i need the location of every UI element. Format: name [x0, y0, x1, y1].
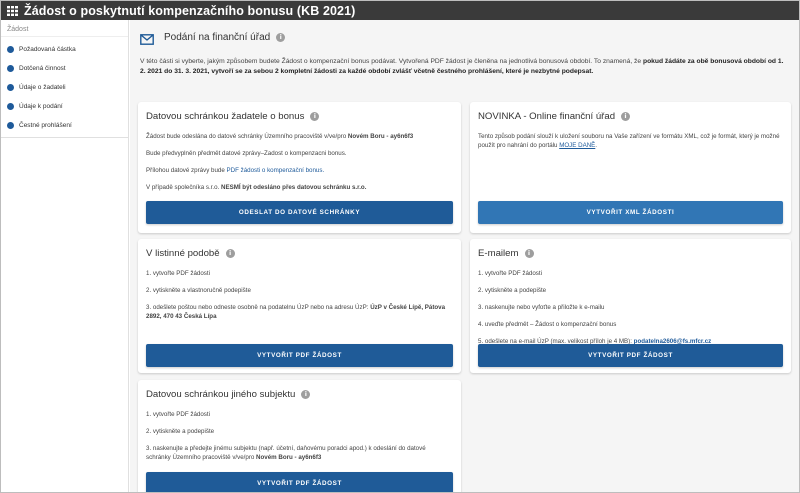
card-line-bold: Novém Boru - ay6n6f3	[256, 453, 322, 461]
sidebar-divider	[1, 137, 128, 138]
card-line: 4. uveďte předmět – Žádost o kompenzační…	[478, 321, 617, 328]
moje-dane-link[interactable]: MOJE DANĚ	[559, 142, 595, 149]
sidebar-item-cestne-prohlaseni[interactable]: Čestné prohlášení	[1, 116, 128, 135]
card-line-text: Přílohou datové zprávy bude	[146, 167, 227, 174]
envelope-icon	[140, 32, 154, 45]
card-datova-schranka-jineho-subjektu: Datovou schránkou jiného subjektu i 1. v…	[138, 380, 461, 492]
sidebar: Žádost Požadovaná částka Dotčená činnost…	[1, 20, 129, 492]
card-line: Přílohou datové zprávy bude PDF žádosti …	[146, 167, 451, 176]
step-dot-icon	[7, 84, 14, 91]
card-line: 2. vytiskněte a podepište	[146, 428, 215, 435]
card-line: 1. vytvořte PDF žádosti	[146, 411, 210, 418]
card-title-text: E-mailem	[478, 248, 519, 259]
card-line: 1. vytvořte PDF žádosti	[478, 270, 542, 277]
card-line-text: V případě společníka s.r.o.	[146, 184, 221, 191]
card-body: Tento způsob podání slouží k uložení sou…	[478, 133, 781, 159]
sidebar-item-label: Čestné prohlášení	[19, 122, 72, 129]
step-dot-icon	[7, 46, 14, 53]
card-listinna-podoba: V listinné podobě i 1. vytvořte PDF žádo…	[138, 239, 461, 373]
card-line-text: .	[595, 141, 598, 149]
info-icon[interactable]: i	[276, 33, 286, 42]
card-line: 2. vytiskněte a podepište	[478, 287, 547, 294]
app-bar: Žádost o poskytnutí kompenzačního bonusu…	[1, 1, 799, 20]
send-to-databox-button[interactable]: Odeslat do datové schránky	[146, 201, 453, 224]
sidebar-item-pozadovana-castka[interactable]: Požadovaná částka	[1, 40, 128, 59]
info-icon[interactable]: i	[524, 249, 534, 258]
card-line-bold: Novém Boru - ay6n6f3	[347, 133, 414, 140]
card-line: V případě společníka s.r.o. NESMÍ být od…	[146, 184, 451, 193]
create-pdf-button-other[interactable]: Vytvořit PDF žádost	[146, 472, 453, 492]
card-body: 1. vytvořte PDF žádosti 2. vytiskněte a …	[146, 411, 451, 471]
card-line-text: Tento způsob podání slouží k uložení sou…	[478, 133, 780, 149]
card-line: 3. odešlete poštou nebo odneste osobně n…	[146, 304, 451, 321]
step-dot-icon	[7, 65, 14, 72]
card-line-text: Žádost bude odeslána do datové schránky …	[146, 133, 348, 140]
sidebar-item-label: Údaje o žadateli	[19, 84, 66, 91]
create-xml-button[interactable]: Vytvořit XML žádosti	[478, 201, 783, 224]
info-icon[interactable]: i	[225, 249, 235, 258]
card-line-text: 3. odešlete poštou nebo odneste osobně n…	[146, 304, 371, 311]
sidebar-item-label: Údaje k podání	[19, 103, 63, 110]
card-body: 1. vytvořte PDF žádosti 2. vytiskněte a …	[478, 270, 781, 355]
card-body: Žádost bude odeslána do datové schránky …	[146, 133, 451, 201]
card-line: 3. naskenujte a předejte jinému subjektu…	[146, 445, 451, 462]
section-intro: V této části si vyberte, jakým způsobem …	[140, 57, 790, 77]
card-online-financni-urad: NOVINKA - Online finanční úřad i Tento z…	[470, 102, 791, 233]
card-title: Datovou schránkou žadatele o bonus i	[146, 111, 320, 122]
step-dot-icon	[7, 103, 14, 110]
info-icon[interactable]: i	[301, 390, 311, 399]
card-line: Žádost bude odeslána do datové schránky …	[146, 133, 451, 142]
section-header: Podání na finanční úřad i	[140, 32, 286, 45]
app-title: Žádost o poskytnutí kompenzačního bonusu…	[24, 3, 356, 18]
grid-icon	[7, 5, 18, 16]
create-pdf-button-paper[interactable]: Vytvořit PDF žádost	[146, 344, 453, 367]
create-pdf-button-email[interactable]: Vytvořit PDF žádost	[478, 344, 783, 367]
card-line: 3. naskenujte nebo vyfoťte a přiložte k …	[478, 304, 605, 311]
card-body: 1. vytvořte PDF žádosti 2. vytiskněte a …	[146, 270, 451, 330]
app-window: Žádost o poskytnutí kompenzačního bonusu…	[0, 0, 800, 493]
card-title-text: Datovou schránkou jiného subjektu	[146, 389, 296, 400]
card-line: Bude předvyplněn předmět datové zprávy–Z…	[146, 150, 347, 157]
step-dot-icon	[7, 122, 14, 129]
info-icon[interactable]: i	[621, 112, 631, 121]
card-line: 1. vytvořte PDF žádosti	[146, 270, 210, 277]
card-datova-schranka-zadatele: Datovou schránkou žadatele o bonus i Žád…	[138, 102, 461, 233]
card-title: V listinné podobě i	[146, 248, 235, 259]
sidebar-group-label: Žádost	[1, 20, 128, 37]
sidebar-item-udaje-k-podani[interactable]: Údaje k podání	[1, 97, 128, 116]
card-e-mailem: E-mailem i 1. vytvořte PDF žádosti 2. vy…	[470, 239, 791, 373]
sidebar-item-label: Požadovaná částka	[19, 46, 76, 53]
card-line: Tento způsob podání slouží k uložení sou…	[478, 133, 781, 150]
card-title: NOVINKA - Online finanční úřad i	[478, 111, 631, 122]
card-title-text: NOVINKA - Online finanční úřad	[478, 111, 616, 122]
sidebar-item-udaje-o-zadateli[interactable]: Údaje o žadateli	[1, 78, 128, 97]
sidebar-item-dotcena-cinnost[interactable]: Dotčená činnost	[1, 59, 128, 78]
card-line-bold: NESMÍ být odesláno přes datovou schránku…	[220, 184, 367, 191]
card-line: 2. vytiskněte a vlastnoručně podepište	[146, 287, 251, 294]
card-title: Datovou schránkou jiného subjektu i	[146, 389, 311, 400]
sidebar-item-label: Dotčená činnost	[19, 65, 66, 72]
card-title-text: Datovou schránkou žadatele o bonus	[146, 111, 305, 122]
main-content: Podání na finanční úřad i V této části s…	[130, 20, 799, 492]
card-title: E-mailem i	[478, 248, 534, 259]
card-title-text: V listinné podobě	[146, 248, 220, 259]
intro-text: V této části si vyberte, jakým způsobem …	[140, 58, 643, 65]
info-icon[interactable]: i	[310, 112, 320, 121]
pdf-link[interactable]: PDF žádosti o kompenzační bonus.	[227, 167, 325, 174]
section-title: Podání na finanční úřad	[164, 32, 271, 43]
